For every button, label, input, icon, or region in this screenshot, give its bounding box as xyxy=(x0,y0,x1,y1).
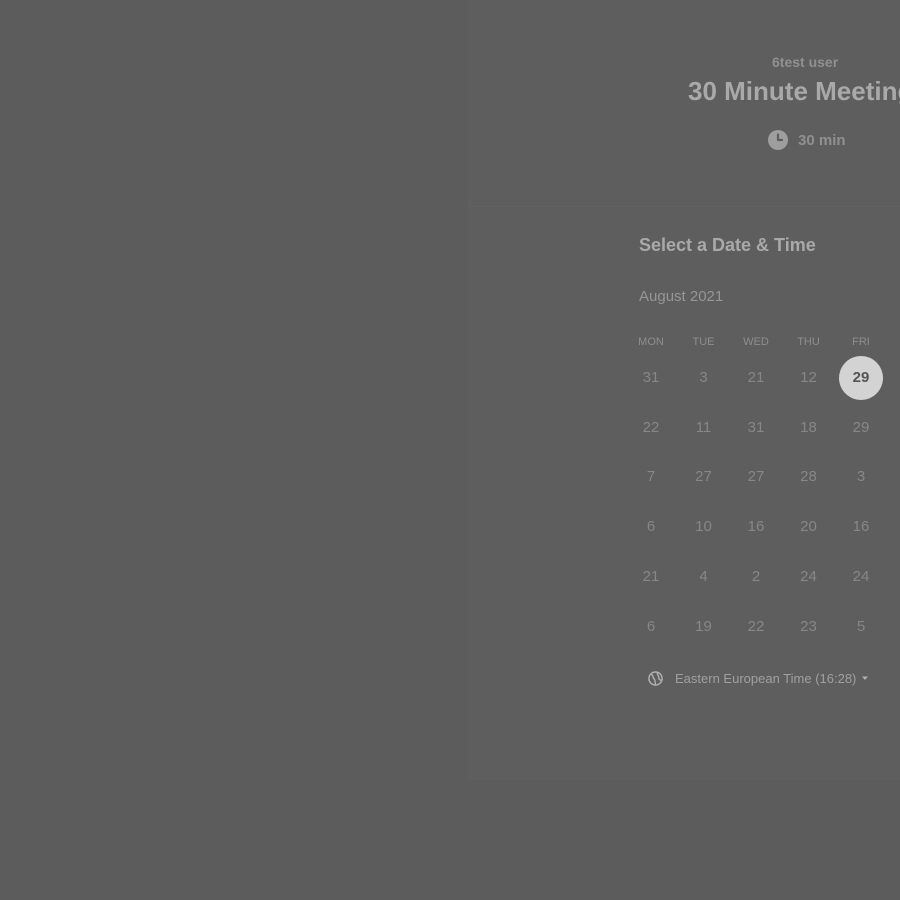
date-cell: 3 xyxy=(856,468,866,486)
calendar-grid: 31 3 21 12 29 22 11 31 18 29 7 27 27 28 3 6 10 16 20 16 21 4 2… xyxy=(626,356,900,656)
date-cell: 10 xyxy=(695,518,712,536)
date-cell: 12 xyxy=(800,369,817,386)
date-cell: 21 xyxy=(642,567,660,585)
date-cell: 24 xyxy=(800,567,817,585)
weekday-label: MON xyxy=(638,336,664,348)
weekday-label: WED xyxy=(743,336,769,348)
date-cell: 3 xyxy=(699,369,708,386)
date-cell: 18 xyxy=(800,418,817,436)
timezone-selector[interactable]: Eastern European Time (16:28) xyxy=(648,668,869,688)
date-cell: 22 xyxy=(642,418,660,436)
event-title: 30 Minute Meeting xyxy=(688,76,900,106)
month-label: August 2021 xyxy=(639,288,724,305)
timezone-label: Eastern European Time (16:28) xyxy=(675,670,857,686)
caret-down-icon xyxy=(862,676,869,680)
weekday-label: TUE xyxy=(692,336,715,348)
date-cell: 29 xyxy=(852,418,870,436)
date-cell: 24 xyxy=(852,567,870,585)
selected-date-button[interactable]: 29 xyxy=(839,356,883,400)
date-cell: 27 xyxy=(747,468,765,486)
date-cell: 21 xyxy=(747,369,765,386)
date-cell: 4 xyxy=(699,567,708,585)
date-cell: 6 xyxy=(646,617,656,635)
organizer-name: 6test user xyxy=(772,54,839,70)
date-cell: 22 xyxy=(747,617,765,635)
date-cell: 27 xyxy=(695,468,712,486)
date-cell: 31 xyxy=(642,369,660,386)
booking-panel: 6test user 30 Minute Meeting 30 min Sele… xyxy=(468,0,900,780)
date-cell: 7 xyxy=(646,468,656,486)
weekday-label: THU xyxy=(797,336,820,348)
date-cell: 28 xyxy=(800,468,817,486)
date-cell: 11 xyxy=(695,418,712,436)
duration-label: 30 min xyxy=(798,131,846,149)
booking-page: 6test user 30 Minute Meeting 30 min Sele… xyxy=(0,0,900,900)
event-header: 6test user 30 Minute Meeting 30 min xyxy=(468,0,900,207)
date-cell: 19 xyxy=(695,617,712,635)
date-cell: 20 xyxy=(800,518,817,536)
date-cell: 31 xyxy=(747,418,765,436)
duration-info: 30 min xyxy=(768,129,846,151)
date-cell: 23 xyxy=(800,617,817,635)
globe-icon xyxy=(648,670,663,686)
weekday-label: FRI xyxy=(852,336,870,348)
date-cell: 5 xyxy=(856,617,866,635)
clock-icon xyxy=(768,130,788,150)
date-cell: 16 xyxy=(852,518,870,536)
date-cell: 16 xyxy=(747,518,765,536)
date-cell: 2 xyxy=(751,567,761,585)
date-cell: 6 xyxy=(646,518,656,536)
select-date-time-heading: Select a Date & Time xyxy=(639,235,816,255)
